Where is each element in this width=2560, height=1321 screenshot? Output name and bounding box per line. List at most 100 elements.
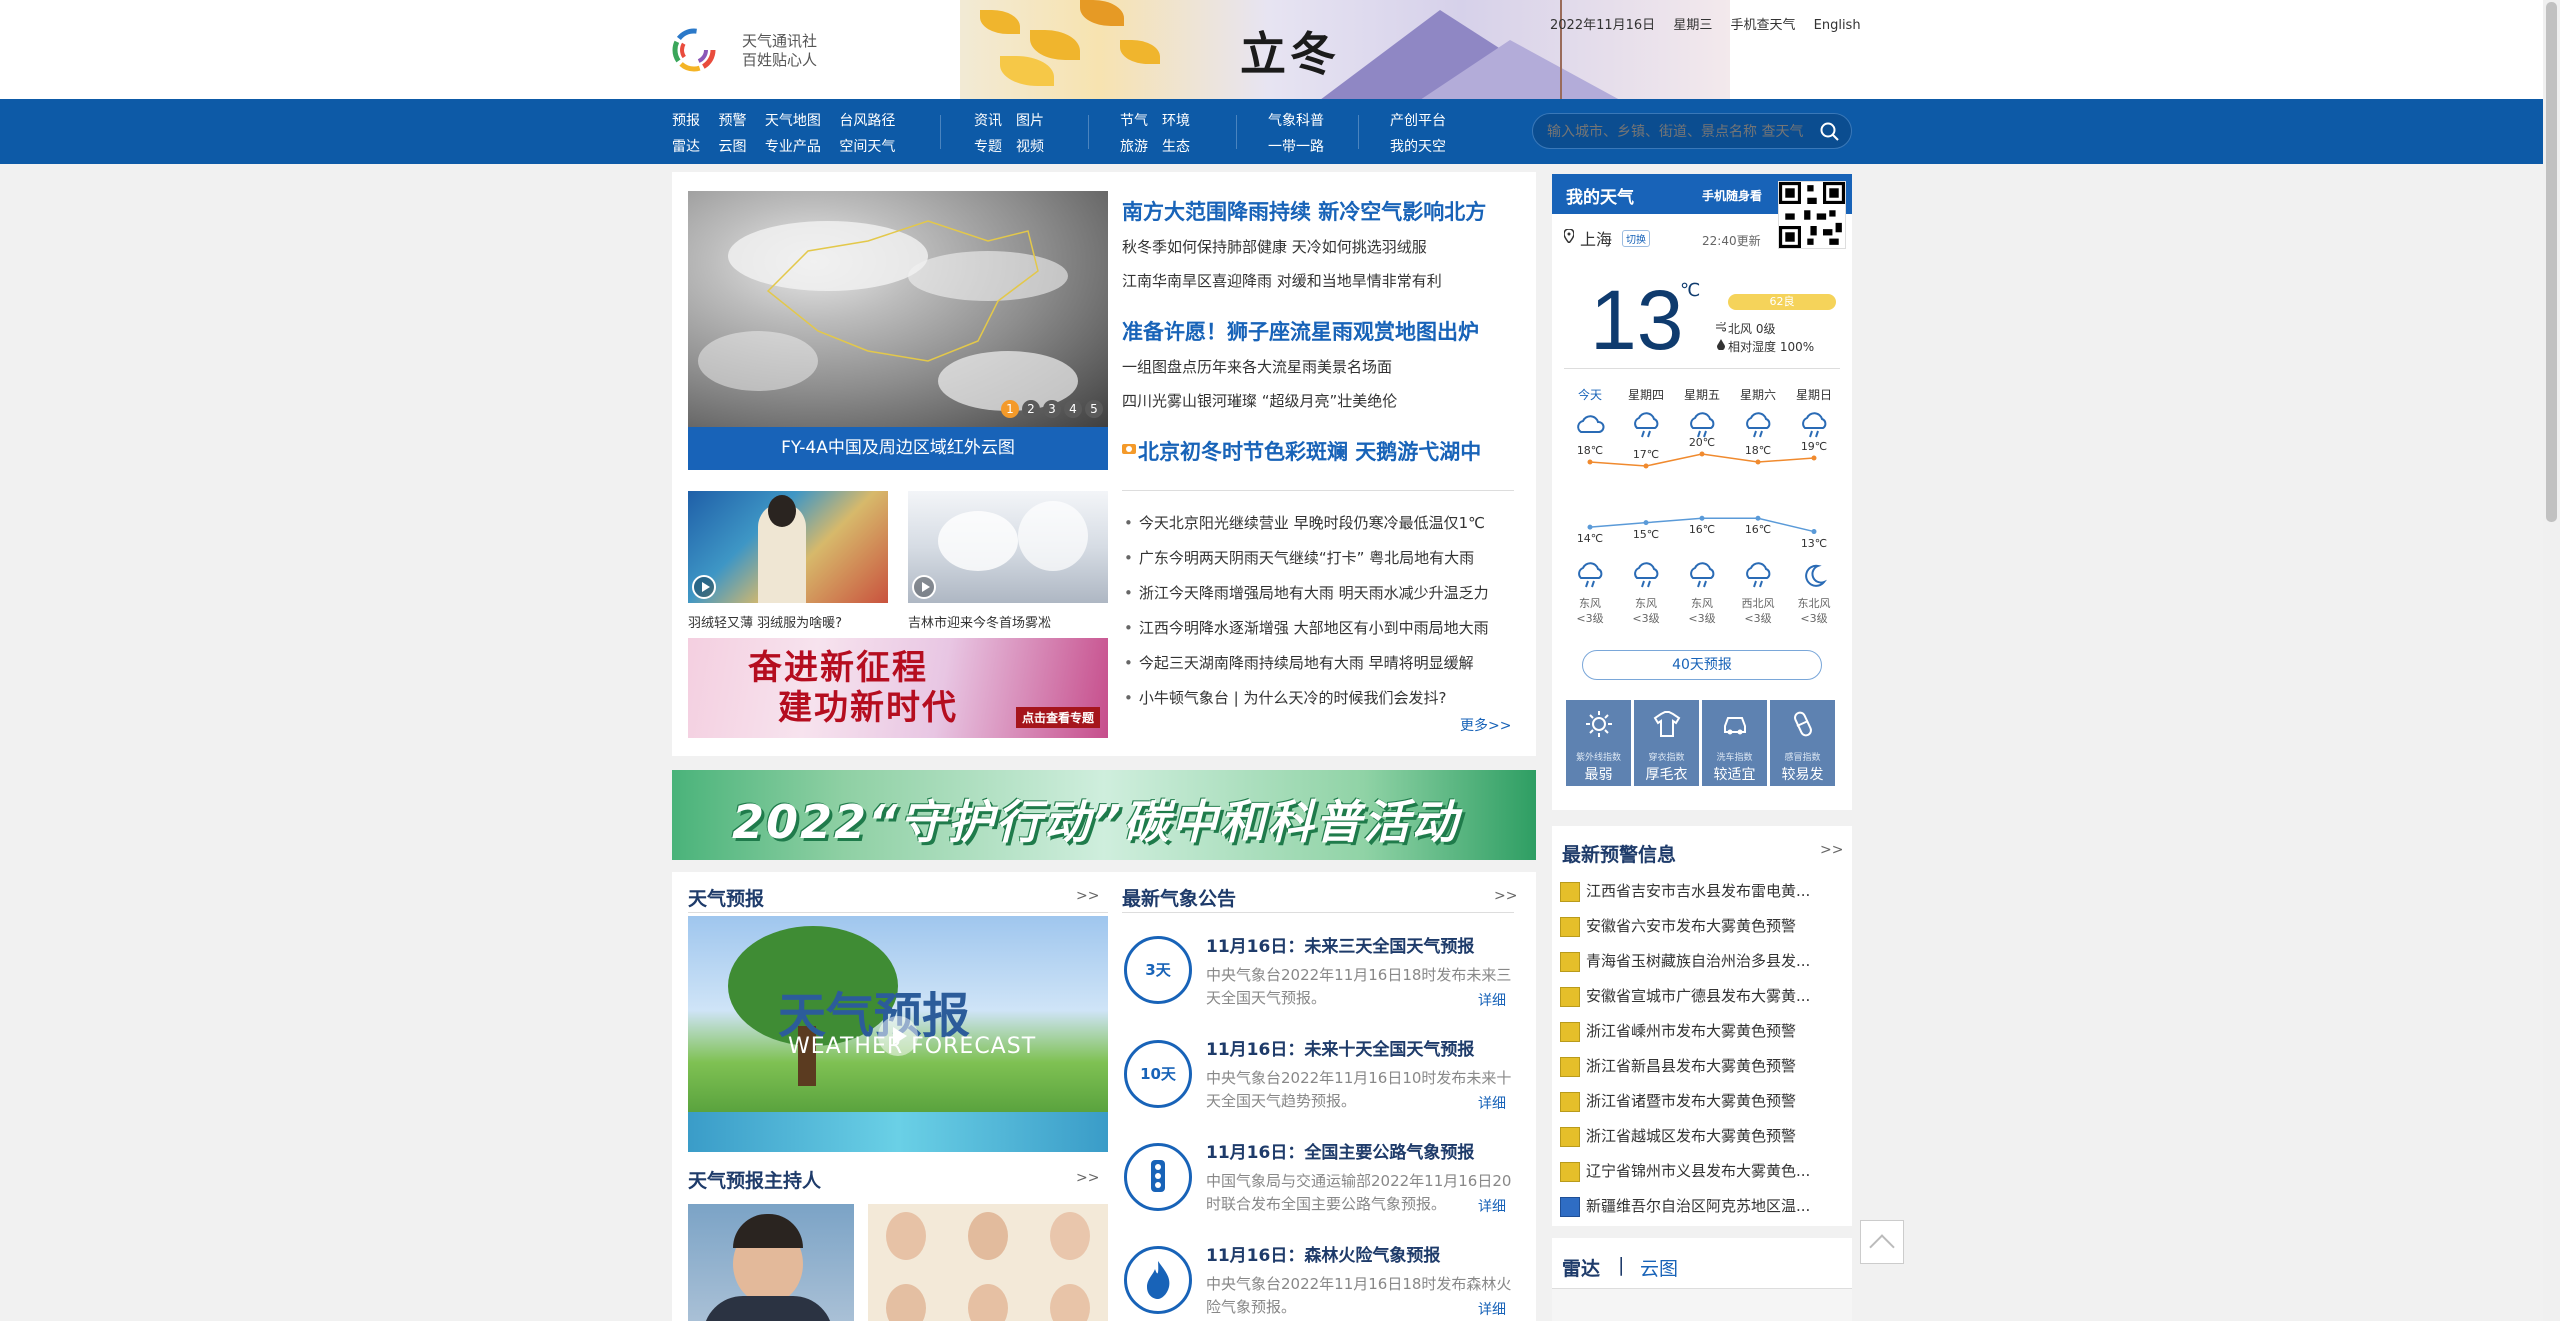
mobile-view-link[interactable]: 手机随身看	[1702, 187, 1762, 204]
video-thumb[interactable]	[908, 491, 1108, 603]
nav-item-belt-road[interactable]: 一带一路	[1268, 134, 1324, 160]
nav-item-platform[interactable]: 产创平台	[1390, 108, 1446, 134]
slide-dot[interactable]: 1	[1001, 400, 1019, 418]
anchor-photo[interactable]	[688, 1204, 854, 1321]
news-item[interactable]: 今起三天湖南降雨持续局地有大雨 早晴将明显缓解	[1124, 652, 1474, 673]
play-icon[interactable]	[878, 1016, 918, 1056]
warning-item[interactable]: 辽宁省锦州市义县发布大雾黄色...	[1560, 1160, 1844, 1182]
thumb-caption[interactable]: 吉林市迎来今冬首场雾凇	[908, 612, 1051, 631]
slide-dot[interactable]: 3	[1043, 400, 1061, 418]
back-to-top-button[interactable]	[1860, 1220, 1904, 1264]
section-title[interactable]: 最新气象公告	[1122, 884, 1236, 911]
slide-dot[interactable]: 5	[1085, 400, 1103, 418]
sub-link[interactable]: 秋冬季如何保持肺部健康 天冷如何挑选羽绒服	[1122, 236, 1427, 257]
nav-item-solar-terms[interactable]: 节气	[1120, 108, 1148, 134]
nav-item-environment[interactable]: 环境	[1162, 108, 1190, 134]
nav-item-photos[interactable]: 图片	[1016, 108, 1044, 134]
bulletin-title[interactable]: 11月16日：森林火险气象预报	[1206, 1241, 1440, 1266]
nav-item-science[interactable]: 气象科普	[1268, 108, 1324, 134]
news-item[interactable]: 今天北京阳光继续营业 早晚时段仍寒冷最低温仅1℃	[1124, 512, 1485, 533]
page-scrollbar[interactable]	[2543, 0, 2560, 1321]
video-thumb[interactable]	[688, 491, 888, 603]
uv-index[interactable]: 紫外线指数 最弱	[1566, 700, 1631, 786]
aqi-badge[interactable]: 62良	[1728, 294, 1836, 310]
wind-direction: 东北风	[1797, 597, 1831, 610]
clothing-index[interactable]: 穿衣指数 厚毛衣	[1634, 700, 1699, 786]
headline-link[interactable]: 北京初冬时节色彩斑斓 天鹅游弋湖中	[1138, 436, 1481, 466]
warning-item[interactable]: 浙江省新昌县发布大雾黄色预警	[1560, 1055, 1844, 1077]
warning-item[interactable]: 安徽省宣城市广德县发布大雾黄...	[1560, 985, 1844, 1007]
index-name: 感冒指数	[1784, 753, 1821, 763]
news-item[interactable]: 浙江今天降雨增强局地有大雨 明天雨水减少升温乏力	[1124, 582, 1489, 603]
radar-map[interactable]	[1552, 1288, 1852, 1321]
carbon-neutral-banner[interactable]: 2022“守护行动”碳中和科普活动	[672, 770, 1536, 860]
search-icon[interactable]	[1819, 121, 1841, 143]
nav-item-warning[interactable]: 预警	[718, 108, 746, 134]
bulletin-more-link[interactable]: 详细	[1478, 1196, 1506, 1216]
news-item[interactable]: 江西今明降水逐渐增强 大部地区有小到中雨局地大雨	[1124, 617, 1489, 638]
divider	[688, 912, 1108, 913]
english-link[interactable]: English	[1814, 18, 1861, 33]
section-title[interactable]: 天气预报	[688, 884, 764, 911]
warning-item[interactable]: 青海省玉树藏族自治州治多县发...	[1560, 950, 1844, 972]
slide-dot[interactable]: 4	[1064, 400, 1082, 418]
sub-link[interactable]: 江南华南旱区喜迎降雨 对缓和当地旱情非常有利	[1122, 270, 1442, 291]
bulletin-title[interactable]: 11月16日：未来十天全国天气预报	[1206, 1035, 1474, 1060]
forecast-video[interactable]: 天气预报 WEATHER FORECAST	[688, 916, 1108, 1152]
headline-link[interactable]: 准备许愿！狮子座流星雨观赏地图出炉	[1122, 316, 1479, 346]
bulletin-title[interactable]: 11月16日：全国主要公路气象预报	[1206, 1138, 1474, 1163]
warning-item[interactable]: 浙江省嵊州市发布大雾黄色预警	[1560, 1020, 1844, 1042]
tab-cloud[interactable]: 云图	[1640, 1254, 1678, 1281]
nav-item-forecast[interactable]: 预报	[672, 108, 700, 134]
bulletin-title[interactable]: 11月16日：未来三天全国天气预报	[1206, 932, 1474, 957]
nav-item-news[interactable]: 资讯	[974, 108, 1002, 134]
nav-item-typhoon[interactable]: 台风路径	[839, 108, 895, 134]
bulletin-more-link[interactable]: 详细	[1478, 990, 1506, 1010]
switch-city-button[interactable]: 切换	[1622, 230, 1650, 247]
promo-button[interactable]: 点击查看专题	[1015, 707, 1100, 728]
more-link[interactable]: >>	[1820, 842, 1843, 858]
promo-banner[interactable]: 奋进新征程 建功新时代 点击查看专题	[688, 638, 1108, 738]
more-link[interactable]: 更多>>	[1460, 715, 1511, 735]
bulletin-more-link[interactable]: 详细	[1478, 1299, 1506, 1319]
search-input[interactable]	[1547, 122, 1817, 142]
sub-link[interactable]: 一组图盘点历年来各大流星雨美景名场面	[1122, 356, 1392, 377]
warning-item[interactable]: 新疆维吾尔自治区阿克苏地区温...	[1560, 1195, 1844, 1217]
nav-item-radar[interactable]: 雷达	[672, 134, 700, 160]
nav-item-topics[interactable]: 专题	[974, 134, 1002, 160]
section-title[interactable]: 最新预警信息	[1562, 840, 1676, 867]
site-logo[interactable]: 天气通讯社 百姓贴心人	[672, 28, 832, 76]
nav-item-travel[interactable]: 旅游	[1120, 134, 1148, 160]
nav-item-weather-map[interactable]: 天气地图	[765, 108, 821, 134]
forecast-40-day-button[interactable]: 40天预报	[1582, 650, 1822, 680]
nav-item-my-sky[interactable]: 我的天空	[1390, 134, 1446, 160]
more-link[interactable]: >>	[1494, 888, 1517, 904]
headline-link[interactable]: 南方大范围降雨持续 新冷空气影响北方	[1122, 196, 1486, 226]
bulletin-more-link[interactable]: 详细	[1478, 1093, 1506, 1113]
car-wash-index[interactable]: 洗车指数 较适宜	[1702, 700, 1767, 786]
tab-radar[interactable]: 雷达	[1562, 1254, 1600, 1281]
warning-item[interactable]: 浙江省越城区发布大雾黄色预警	[1560, 1125, 1844, 1147]
news-item[interactable]: 小牛顿气象台 | 为什么天冷的时候我们会发抖?	[1124, 687, 1447, 708]
nav-item-space[interactable]: 空间天气	[839, 134, 895, 160]
sub-link[interactable]: 四川光雾山银河璀璨 “超级月亮”壮美绝伦	[1122, 390, 1397, 411]
news-item[interactable]: 广东今明两天阴雨天气继续“打卡” 粤北局地有大雨	[1124, 547, 1474, 568]
anchor-group-photo[interactable]	[868, 1204, 1108, 1321]
warning-item[interactable]: 安徽省六安市发布大雾黄色预警	[1560, 915, 1844, 937]
scrollbar-thumb[interactable]	[2546, 2, 2557, 522]
nav-item-cloud[interactable]: 云图	[718, 134, 746, 160]
mobile-weather-link[interactable]: 手机查天气	[1730, 18, 1795, 33]
cold-index[interactable]: 感冒指数 较易发	[1770, 700, 1835, 786]
more-link[interactable]: >>	[1076, 888, 1099, 904]
more-link[interactable]: >>	[1076, 1170, 1099, 1186]
nav-item-pro[interactable]: 专业产品	[765, 134, 821, 160]
nav-item-video[interactable]: 视频	[1016, 134, 1044, 160]
satellite-caption[interactable]: FY-4A中国及周边区域红外云图	[688, 427, 1108, 470]
warning-item[interactable]: 江西省吉安市吉水县发布雷电黄...	[1560, 880, 1844, 902]
section-title[interactable]: 天气预报主持人	[688, 1166, 821, 1193]
satellite-image[interactable]	[688, 191, 1108, 427]
nav-item-ecology[interactable]: 生态	[1162, 134, 1190, 160]
slide-dot[interactable]: 2	[1022, 400, 1040, 418]
thumb-caption[interactable]: 羽绒轻又薄 羽绒服为啥暖?	[688, 612, 842, 631]
warning-item[interactable]: 浙江省诸暨市发布大雾黄色预警	[1560, 1090, 1844, 1112]
